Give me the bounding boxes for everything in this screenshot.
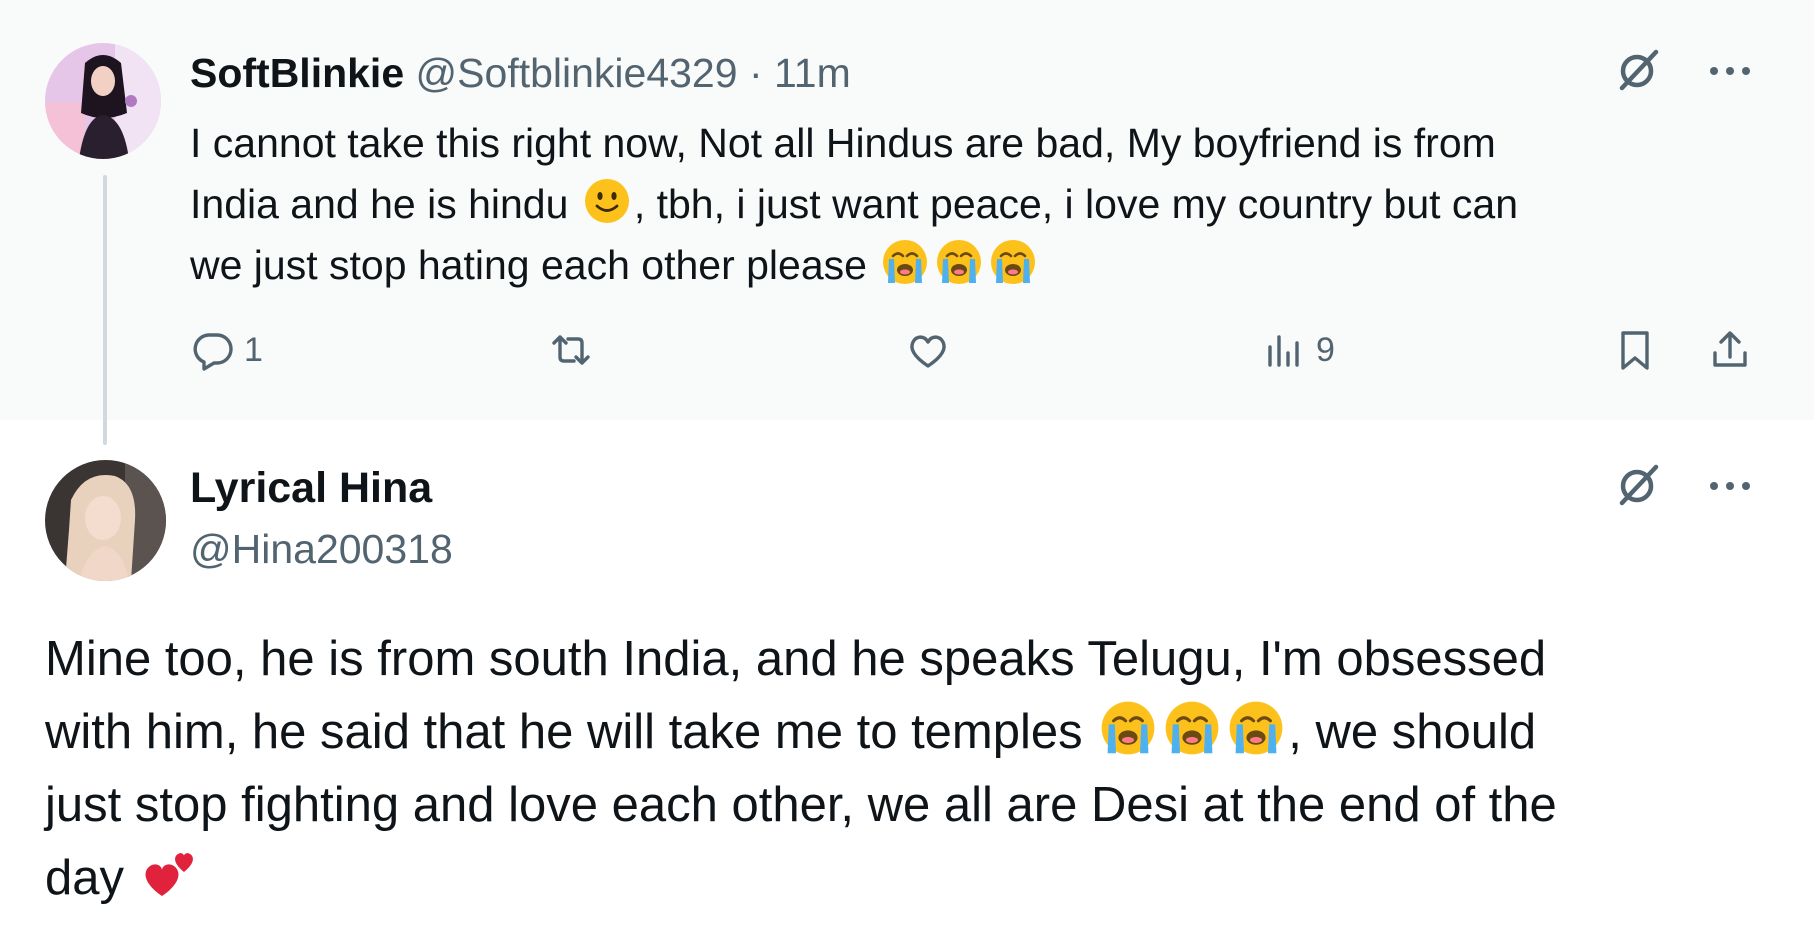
loudly-crying-face-emoji bbox=[934, 237, 984, 287]
tweet-text-segment: we just stop hating each other please bbox=[190, 242, 879, 288]
loudly-crying-face-emoji bbox=[1226, 698, 1286, 758]
views-count: 9 bbox=[1316, 330, 1335, 369]
reply-count: 1 bbox=[244, 330, 263, 369]
tweet-1[interactable]: SoftBlinkie @Softblinkie4329 · 11m I can… bbox=[0, 0, 1814, 445]
grok-icon[interactable] bbox=[1612, 44, 1662, 94]
reply-icon bbox=[190, 327, 236, 373]
views-icon bbox=[1262, 327, 1308, 373]
reply-button[interactable]: 1 bbox=[190, 327, 263, 373]
grok-icon[interactable] bbox=[1612, 459, 1662, 509]
loudly-crying-face-emoji bbox=[988, 237, 1038, 287]
tweet-text-line: Mine too, he is from south India, and he… bbox=[45, 632, 1547, 686]
loudly-crying-face-emoji bbox=[880, 237, 930, 287]
tweet-text-line: we just stop hating each other please bbox=[190, 235, 1710, 296]
separator: · bbox=[748, 50, 763, 96]
retweet-icon bbox=[548, 327, 594, 373]
tweet-actions-bar: 1 9 bbox=[0, 327, 1814, 387]
tweet-text-line: I cannot take this right now, Not all Hi… bbox=[190, 120, 1496, 166]
tweet-text-segment: , we should bbox=[1288, 705, 1537, 759]
tweet-text-segment: India and he is hindu bbox=[190, 181, 580, 227]
tweet-text: Mine too, he is from south India, and he… bbox=[45, 623, 1785, 915]
tweet-text-line: with him, he said that he will take me t… bbox=[45, 696, 1785, 769]
slightly-smiling-face-emoji bbox=[582, 176, 632, 226]
loudly-crying-face-emoji bbox=[1098, 698, 1158, 758]
loudly-crying-face-emoji bbox=[1162, 698, 1222, 758]
bookmark-button[interactable] bbox=[1612, 327, 1658, 373]
retweet-button[interactable] bbox=[548, 327, 594, 373]
display-name[interactable]: SoftBlinkie bbox=[190, 50, 404, 96]
avatar[interactable] bbox=[45, 43, 161, 159]
tweet-header: SoftBlinkie @Softblinkie4329 · 11m bbox=[190, 47, 851, 99]
tweet-text-line: day bbox=[45, 842, 1785, 915]
avatar[interactable] bbox=[45, 460, 166, 581]
tweet-text-line: just stop fighting and love each other, … bbox=[45, 778, 1557, 832]
share-icon bbox=[1707, 327, 1753, 373]
user-handle[interactable]: @Hina200318 bbox=[190, 523, 453, 575]
views-button[interactable]: 9 bbox=[1262, 327, 1335, 373]
tweet-text-line: India and he is hindu , tbh, i just want… bbox=[190, 174, 1710, 235]
thread-connector-line bbox=[103, 175, 107, 445]
share-button[interactable] bbox=[1707, 327, 1753, 373]
like-button[interactable] bbox=[905, 327, 951, 373]
bookmark-icon bbox=[1612, 327, 1658, 373]
more-icon[interactable] bbox=[1706, 478, 1754, 494]
more-icon[interactable] bbox=[1706, 63, 1754, 79]
tweet-text-segment: day bbox=[45, 851, 138, 905]
two-hearts-emoji bbox=[140, 844, 200, 904]
display-name[interactable]: Lyrical Hina bbox=[190, 461, 432, 515]
timestamp[interactable]: 11m bbox=[774, 50, 851, 96]
heart-icon bbox=[905, 327, 951, 373]
user-handle[interactable]: @Softblinkie4329 bbox=[416, 50, 738, 96]
tweet-text-segment: with him, he said that he will take me t… bbox=[45, 705, 1097, 759]
tweet-text-segment: , tbh, i just want peace, i love my coun… bbox=[633, 181, 1519, 227]
tweet-text: I cannot take this right now, Not all Hi… bbox=[190, 113, 1710, 296]
